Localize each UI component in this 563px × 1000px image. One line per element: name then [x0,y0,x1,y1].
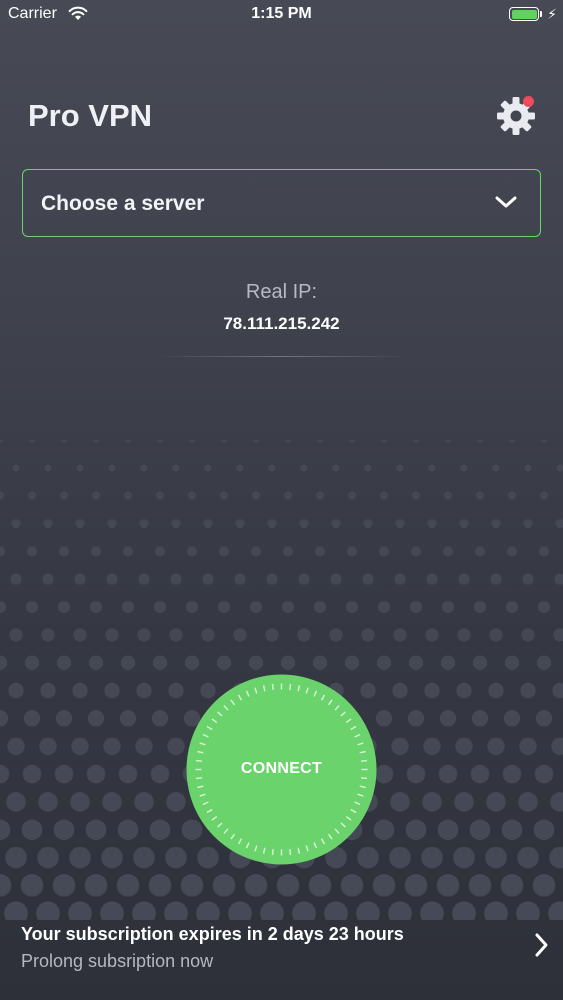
chevron-right-icon [535,933,548,957]
battery-icon [509,7,539,21]
chevron-down-icon [495,196,517,208]
clock: 1:15 PM [251,5,312,22]
prolong-subscription-link[interactable]: Prolong subsription now [21,951,213,972]
subscription-expiry-text: Your subscription expires in 2 days 23 h… [21,924,404,944]
divider [155,356,410,357]
real-ip-label: Real IP: [245,281,318,303]
notification-dot [523,96,534,107]
real-ip-value: 78.111.215.242 [223,314,340,333]
connect-button[interactable] [186,674,377,865]
subscription-banner[interactable]: Your subscription expires in 2 days 23 h… [0,912,563,982]
charging-bolt-icon: ⚡︎ [547,6,557,22]
app-title: Pro VPN [28,98,153,133]
server-selector-label: Choose a server [41,192,205,215]
server-selector[interactable]: Choose a server [22,169,541,237]
battery-tip [540,11,542,17]
status-bar: Carrier 1:15 PM ⚡︎ [0,0,563,30]
